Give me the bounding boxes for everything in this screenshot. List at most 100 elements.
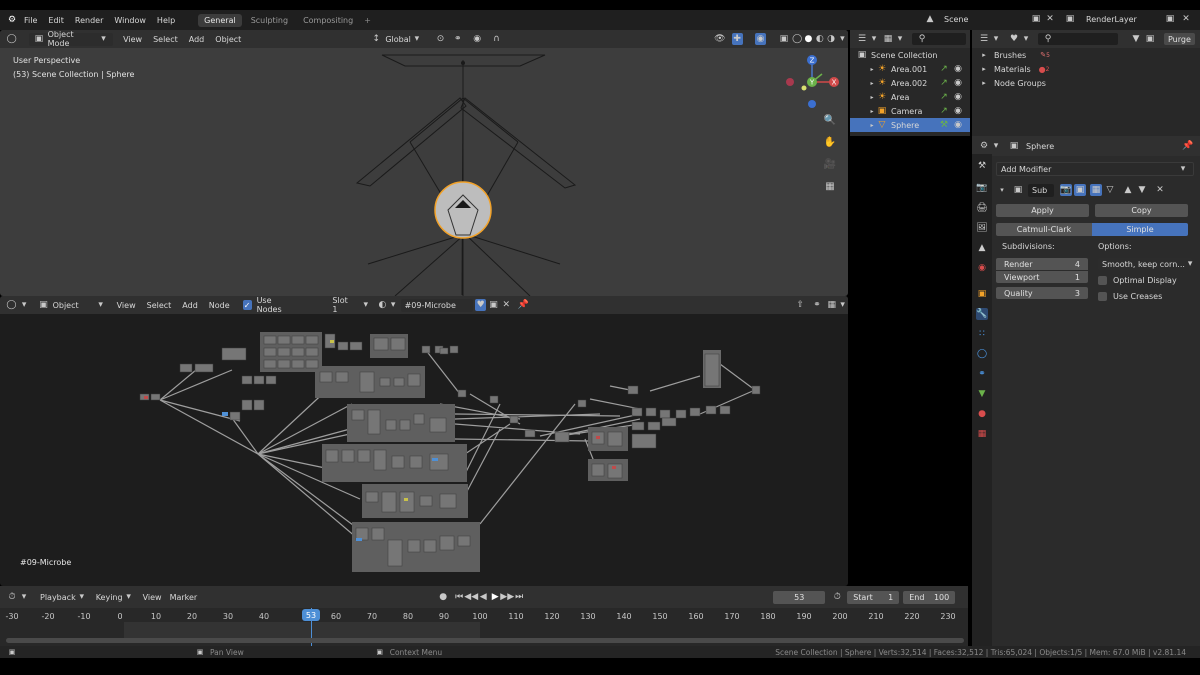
parent-node-tree-icon[interactable]: ⇧ <box>795 299 806 311</box>
3d-viewport[interactable]: ◯ ▣ Object Mode ▾ View Select Add Object ↕ … <box>0 30 848 296</box>
editor-type-icon[interactable]: ⚙ <box>978 140 990 152</box>
outliner-item-sphere[interactable]: ▸ ▽ Sphere ◉ ⚒ <box>850 118 970 132</box>
datablock-node-groups[interactable]: ▸ Node Groups <box>972 76 1200 90</box>
add-workspace-icon[interactable]: + <box>364 16 371 25</box>
blend-file-browser[interactable]: ☰ ▾ ♥ ▾ ⚲ ▼ ▣ Purge ▸ Brushes ✎ 5 ▸ Mate… <box>972 30 1200 136</box>
renderlayer-selector[interactable]: ▣ RenderLayer <box>1064 13 1137 25</box>
pin-icon[interactable]: 📌 <box>518 299 529 311</box>
show-editmode-icon[interactable]: ▦ <box>1090 184 1102 196</box>
tab-compositing[interactable]: Compositing <box>297 14 359 27</box>
chevron-down-icon[interactable]: ▾ <box>868 33 880 45</box>
material-tab-icon[interactable]: ● <box>976 408 988 420</box>
show-viewport-icon[interactable]: ▣ <box>1074 184 1086 196</box>
zoom-icon[interactable]: 🔍 <box>824 114 836 126</box>
scene-selector[interactable]: ▲ Scene <box>924 13 969 25</box>
simple-option[interactable]: Simple <box>1092 223 1188 236</box>
purge-button[interactable]: Purge <box>1164 33 1195 45</box>
delete-renderlayer-icon[interactable]: ✕ <box>1180 13 1192 25</box>
node-menu-node[interactable]: Node <box>209 301 230 310</box>
use-creases-checkbox[interactable]: Use Creases <box>1098 290 1192 302</box>
expand-arrow-icon[interactable]: ▸ <box>868 105 876 117</box>
menu-edit[interactable]: Edit <box>48 16 64 25</box>
show-cage-icon[interactable]: ▽ <box>1104 184 1116 196</box>
new-renderlayer-icon[interactable]: ▣ <box>1164 13 1176 25</box>
editor-type-icon[interactable]: ☰ <box>856 33 868 45</box>
outliner-item-camera[interactable]: ▸ ▣ Camera ◉ ↗ <box>850 104 970 118</box>
tab-general[interactable]: General <box>198 13 242 27</box>
uv-smooth-dropdown[interactable]: Smooth, keep corn... ▾ <box>1098 258 1192 270</box>
shader-type-dropdown[interactable]: ▣ Object ▾ <box>38 299 107 311</box>
chevron-down-icon[interactable]: ▾ <box>1020 33 1032 45</box>
move-up-icon[interactable]: ▲ <box>1122 184 1134 196</box>
texture-tab-icon[interactable]: ▦ <box>976 428 988 440</box>
visibility-eye-icon[interactable]: ◉ <box>952 105 964 117</box>
modifier-tab-icon[interactable]: 🔧 <box>976 308 988 320</box>
data-tab-icon[interactable]: ▼ <box>976 388 988 400</box>
navigation-gizmo[interactable]: Z X Y <box>784 52 844 114</box>
delete-scene-icon[interactable]: ✕ <box>1044 13 1056 25</box>
node-menu-select[interactable]: Select <box>147 301 172 310</box>
object-data-icon[interactable]: ↗ <box>938 77 950 89</box>
menu-window[interactable]: Window <box>114 16 146 25</box>
copy-button[interactable]: Copy <box>1095 204 1188 217</box>
move-down-icon[interactable]: ▼ <box>1136 184 1148 196</box>
apply-button[interactable]: Apply <box>996 204 1089 217</box>
filter-icon[interactable]: ▼ <box>1130 33 1142 45</box>
tab-sculpting[interactable]: Sculpting <box>245 14 294 27</box>
chevron-down-icon[interactable]: ▾ <box>19 299 30 311</box>
datablock-materials[interactable]: ▸ Materials ● 2 <box>972 62 1200 76</box>
scene-tab-icon[interactable]: ▲ <box>976 242 988 254</box>
menu-render[interactable]: Render <box>75 16 103 25</box>
new-scene-icon[interactable]: ▣ <box>1030 13 1042 25</box>
collapse-arrow-icon[interactable]: ▾ <box>996 184 1008 196</box>
expand-arrow-icon[interactable]: ▸ <box>868 91 876 103</box>
visibility-eye-icon[interactable]: ◉ <box>952 63 964 75</box>
node-menu-view[interactable]: View <box>117 301 136 310</box>
menu-file[interactable]: File <box>24 16 37 25</box>
chevron-down-icon[interactable]: ▾ <box>837 299 848 311</box>
visibility-eye-icon[interactable]: ◉ <box>952 91 964 103</box>
optimal-display-checkbox[interactable]: Optimal Display <box>1098 274 1192 286</box>
new-collection-icon[interactable]: ▣ <box>1144 33 1156 45</box>
unlink-material-icon[interactable]: ✕ <box>501 299 512 311</box>
node-menu-add[interactable]: Add <box>182 301 198 310</box>
editor-type-icon[interactable]: ◯ <box>6 299 17 311</box>
outliner-item-area-001[interactable]: ▸ ☀ Area.001 ◉ ↗ <box>850 62 970 76</box>
snap-icon[interactable]: ⚭ <box>812 299 823 311</box>
expand-arrow-icon[interactable]: ▸ <box>868 77 876 89</box>
object-data-icon[interactable]: ⚒ <box>938 119 950 131</box>
constraints-tab-icon[interactable]: ⚭ <box>976 368 988 380</box>
object-data-icon[interactable]: ↗ <box>938 105 950 117</box>
chevron-down-icon[interactable]: ▾ <box>388 299 399 311</box>
ortho-grid-icon[interactable]: ▦ <box>824 180 836 192</box>
shader-node-editor[interactable]: ◯ ▾ ▣ Object ▾ View Select Add Node ✓ Use N… <box>0 296 848 586</box>
expand-arrow-icon[interactable]: ▸ <box>868 119 876 131</box>
view-layer-tab-icon[interactable]: 🖼 <box>976 222 988 234</box>
timeline-scrollbar[interactable] <box>6 638 964 643</box>
node-snap-type-icon[interactable]: ▦ <box>826 299 837 311</box>
world-tab-icon[interactable]: ◉ <box>976 262 988 274</box>
visibility-eye-icon[interactable]: ◉ <box>952 119 964 131</box>
pan-hand-icon[interactable]: ✋ <box>824 136 836 148</box>
visibility-eye-icon[interactable]: ◉ <box>952 77 964 89</box>
object-data-icon[interactable]: ↗ <box>938 63 950 75</box>
pin-icon[interactable]: 📌 <box>1182 140 1194 152</box>
properties-editor[interactable]: ⚙ ▾ ▣ Sphere 📌 ⚒ 📷 🖨 🖼 ▲ ◉ ▣ 🔧 ∷ ◯ ⚭ ▼ ●… <box>972 136 1200 646</box>
remove-modifier-icon[interactable]: ✕ <box>1154 184 1166 196</box>
add-modifier-dropdown[interactable]: Add Modifier ▾ <box>996 162 1194 176</box>
quality-field[interactable]: Quality 3 <box>996 287 1088 299</box>
modifier-name-field[interactable]: Sub <box>1028 183 1054 197</box>
object-tab-icon[interactable]: ▣ <box>976 288 988 300</box>
particles-tab-icon[interactable]: ∷ <box>976 328 988 340</box>
outliner[interactable]: ☰ ▾ ▦ ▾ ⚲ ▣ Scene Collection ▸ ☀ Area.001 ◉… <box>850 30 970 136</box>
physics-tab-icon[interactable]: ◯ <box>976 348 988 360</box>
chevron-down-icon[interactable]: ▾ <box>990 140 1002 152</box>
camera-view-icon[interactable]: 🎥 <box>824 158 836 170</box>
blender-logo-icon[interactable]: ⚙ <box>6 14 18 26</box>
timeline-track[interactable]: -30 -20 -10 0 10 20 30 40 60 70 80 90 100 110 120 130 14… <box>0 608 968 646</box>
menu-help[interactable]: Help <box>157 16 175 25</box>
material-browse-icon[interactable]: ◐ <box>377 299 388 311</box>
expand-arrow-icon[interactable]: ▸ <box>868 63 876 75</box>
outliner-item-area[interactable]: ▸ ☀ Area ◉ ↗ <box>850 90 970 104</box>
viewport-levels-field[interactable]: Viewport 1 <box>996 271 1088 283</box>
